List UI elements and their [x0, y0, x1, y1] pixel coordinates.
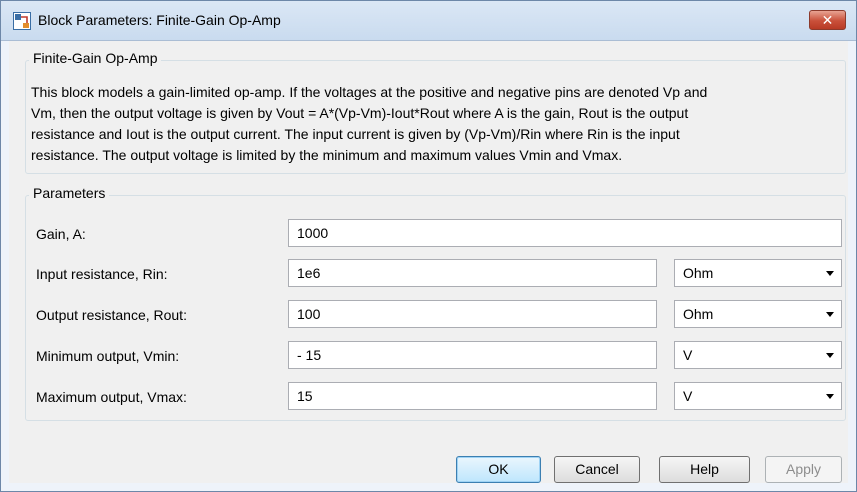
- chevron-down-icon: [826, 312, 834, 317]
- maximum-output-input[interactable]: 15: [288, 382, 657, 410]
- dialog-window: Block Parameters: Finite-Gain Op-Amp ✕ F…: [0, 0, 857, 492]
- input-resistance-input[interactable]: 1e6: [288, 259, 657, 287]
- unit-value: Ohm: [683, 265, 714, 281]
- block-icon: [13, 12, 31, 30]
- gain-label: Gain, A:: [36, 226, 86, 242]
- unit-value: V: [683, 388, 693, 404]
- chevron-down-icon: [826, 394, 834, 399]
- description-line: Vm, then the output voltage is given by …: [31, 105, 689, 121]
- minimum-output-label: Minimum output, Vmin:: [36, 348, 180, 364]
- maximum-output-label: Maximum output, Vmax:: [36, 389, 187, 405]
- close-icon: ✕: [821, 12, 834, 28]
- cancel-button[interactable]: Cancel: [554, 456, 640, 483]
- minimum-output-input[interactable]: - 15: [288, 341, 657, 369]
- unit-value: Ohm: [683, 306, 714, 322]
- close-button[interactable]: ✕: [809, 10, 846, 30]
- minimum-output-unit-select[interactable]: V: [674, 341, 842, 369]
- title-bar[interactable]: Block Parameters: Finite-Gain Op-Amp ✕: [1, 1, 856, 41]
- ok-button[interactable]: OK: [456, 456, 541, 483]
- description-line: This block models a gain-limited op-amp.…: [31, 84, 708, 100]
- output-resistance-input[interactable]: 100: [288, 300, 657, 328]
- description-line: resistance. The output voltage is limite…: [31, 147, 623, 163]
- description-line: resistance and Iout is the output curren…: [31, 126, 680, 142]
- help-button[interactable]: Help: [659, 456, 750, 483]
- chevron-down-icon: [826, 353, 834, 358]
- chevron-down-icon: [826, 271, 834, 276]
- unit-value: V: [683, 347, 693, 363]
- maximum-output-unit-select[interactable]: V: [674, 382, 842, 410]
- input-resistance-unit-select[interactable]: Ohm: [674, 259, 842, 287]
- input-resistance-label: Input resistance, Rin:: [36, 266, 168, 282]
- apply-button[interactable]: Apply: [765, 456, 842, 483]
- gain-input[interactable]: 1000: [288, 219, 842, 247]
- window-title: Block Parameters: Finite-Gain Op-Amp: [38, 12, 281, 28]
- output-resistance-unit-select[interactable]: Ohm: [674, 300, 842, 328]
- block-group-title: Finite-Gain Op-Amp: [29, 50, 162, 66]
- parameters-group-title: Parameters: [29, 185, 110, 201]
- block-description: This block models a gain-limited op-amp.…: [31, 82, 841, 166]
- output-resistance-label: Output resistance, Rout:: [36, 307, 187, 323]
